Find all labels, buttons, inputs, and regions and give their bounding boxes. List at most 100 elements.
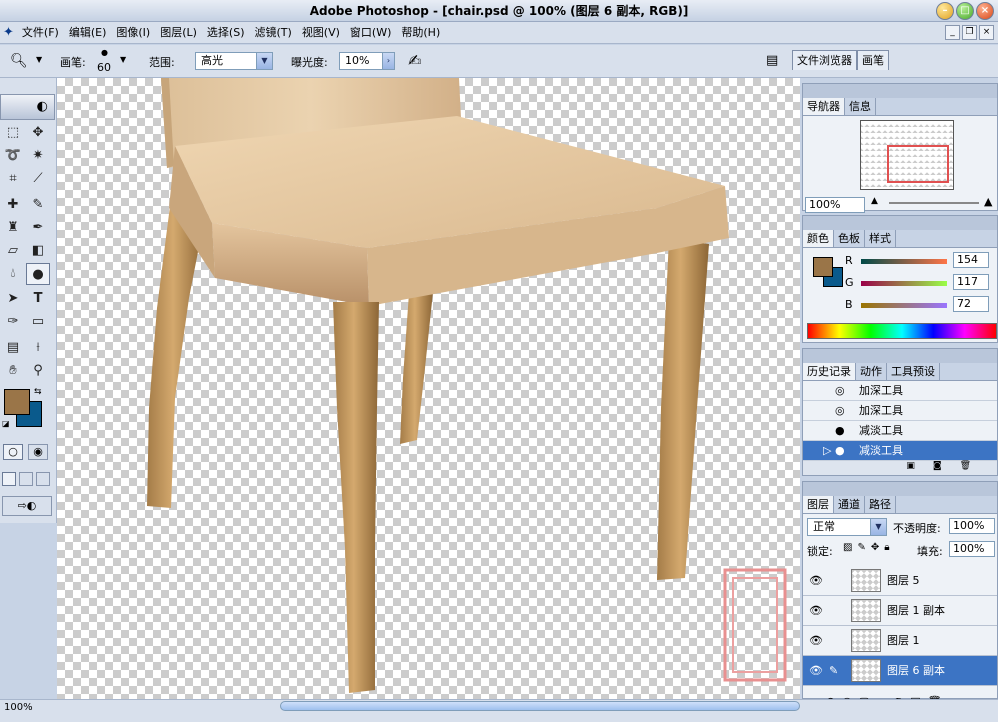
- tab-styles[interactable]: 样式: [865, 230, 896, 247]
- b-slider[interactable]: [861, 303, 947, 308]
- lasso-tool-icon[interactable]: ➰: [1, 145, 25, 167]
- g-value[interactable]: 117: [953, 274, 989, 290]
- eye-icon[interactable]: 👁︎: [809, 656, 823, 686]
- history-item[interactable]: ◎ 加深工具: [803, 401, 997, 421]
- palette-well-icon[interactable]: ▤: [766, 53, 778, 68]
- zoom-in-icon[interactable]: ▲: [984, 195, 992, 208]
- crop-tool-icon[interactable]: ⌗: [1, 168, 25, 190]
- move-tool-icon[interactable]: ✥: [26, 122, 50, 144]
- notes-tool-icon[interactable]: ▤: [1, 337, 25, 359]
- doc-restore-button[interactable]: ❐: [962, 25, 977, 40]
- layer-row[interactable]: 👁︎ 图层 1 副本: [803, 596, 997, 626]
- brush-size[interactable]: 60: [97, 61, 111, 74]
- tab-layers[interactable]: 图层: [803, 496, 834, 513]
- pen-tool-icon[interactable]: ✑: [1, 311, 25, 333]
- tab-history[interactable]: 历史记录: [803, 363, 856, 380]
- menu-layer[interactable]: 图层(L): [155, 22, 202, 44]
- tab-swatches[interactable]: 色板: [834, 230, 865, 247]
- menu-image[interactable]: 图像(I): [111, 22, 155, 44]
- fill-field[interactable]: 100%: [949, 541, 995, 557]
- path-select-icon[interactable]: ➤: [1, 288, 25, 310]
- doc-close-button[interactable]: ×: [979, 25, 994, 40]
- history-brush-icon[interactable]: ✒: [26, 217, 50, 239]
- magic-wand-icon[interactable]: ✷: [26, 145, 50, 167]
- eyedropper-icon[interactable]: ⟊: [26, 337, 50, 359]
- airbrush-icon[interactable]: ✍: [408, 51, 421, 70]
- lock-icons[interactable]: ▨✎✥🔒︎: [843, 542, 895, 553]
- slice-tool-icon[interactable]: ⟋: [26, 168, 50, 190]
- clone-stamp-icon[interactable]: ♜: [1, 217, 25, 239]
- layer-row[interactable]: 👁︎ 图层 5: [803, 566, 997, 596]
- tab-info[interactable]: 信息: [845, 98, 876, 115]
- panel-grip[interactable]: [803, 84, 997, 98]
- eye-icon[interactable]: 👁︎: [809, 626, 823, 656]
- navigator-thumbnail[interactable]: [860, 120, 954, 190]
- menu-view[interactable]: 视图(V): [297, 22, 345, 44]
- menu-file[interactable]: 文件(F): [17, 22, 64, 44]
- menu-edit[interactable]: 编辑(E): [64, 22, 112, 44]
- maximize-button[interactable]: □: [956, 2, 974, 20]
- zoom-out-icon[interactable]: ▲: [871, 196, 878, 206]
- navigator-view-box[interactable]: [887, 145, 949, 183]
- tab-channels[interactable]: 通道: [834, 496, 865, 513]
- color-fg-swatch[interactable]: [813, 257, 833, 277]
- r-value[interactable]: 154: [953, 252, 989, 268]
- hand-tool-icon[interactable]: ✋︎: [1, 360, 25, 382]
- brush-tool-icon[interactable]: ✎: [26, 194, 50, 216]
- color-ramp[interactable]: [807, 323, 997, 339]
- app-icon[interactable]: ✦: [0, 22, 17, 44]
- canvas-scrollbar[interactable]: [280, 701, 800, 711]
- eye-icon[interactable]: 👁︎: [809, 566, 823, 596]
- tab-brushes[interactable]: 画笔: [857, 50, 889, 70]
- dodge-tool-icon[interactable]: 🔍︎: [10, 53, 28, 69]
- minimize-button[interactable]: –: [936, 2, 954, 20]
- zoom-tool-icon[interactable]: ⚲: [26, 360, 50, 382]
- history-item[interactable]: ● 减淡工具: [803, 421, 997, 441]
- panel-grip[interactable]: [803, 216, 997, 230]
- history-item-selected[interactable]: ▷ ● 减淡工具: [803, 441, 997, 461]
- menu-help[interactable]: 帮助(H): [396, 22, 445, 44]
- gradient-tool-icon[interactable]: ◧: [26, 240, 50, 262]
- tab-tool-presets[interactable]: 工具预设: [887, 363, 940, 380]
- imageready-jump-icon[interactable]: ⇨◐: [2, 496, 52, 516]
- shape-tool-icon[interactable]: ▭: [26, 311, 50, 333]
- r-slider[interactable]: [861, 259, 947, 264]
- marquee-tool-icon[interactable]: ⬚: [1, 122, 25, 144]
- tab-file-browser[interactable]: 文件浏览器: [792, 50, 857, 70]
- tab-actions[interactable]: 动作: [856, 363, 887, 380]
- navigator-zoom-field[interactable]: 100%: [805, 197, 865, 213]
- swap-colors-icon[interactable]: ⇆: [34, 387, 42, 397]
- opacity-field[interactable]: 100%: [949, 518, 995, 534]
- range-select[interactable]: 高光 ▼: [195, 52, 273, 70]
- default-colors-icon[interactable]: ◪: [2, 419, 10, 428]
- history-item[interactable]: ◎ 加深工具: [803, 381, 997, 401]
- blend-mode-select[interactable]: 正常 ▼: [807, 518, 887, 536]
- blur-tool-icon[interactable]: 💧︎: [1, 263, 25, 285]
- menu-select[interactable]: 选择(S): [202, 22, 250, 44]
- standard-mode-icon[interactable]: ○: [3, 444, 23, 460]
- tool-preset-arrow[interactable]: ▼: [36, 55, 42, 64]
- menu-filter[interactable]: 滤镜(T): [250, 22, 297, 44]
- layer-row-selected[interactable]: 👁︎ ✎ 图层 6 副本: [803, 656, 997, 686]
- tab-color[interactable]: 颜色: [803, 230, 834, 247]
- menu-window[interactable]: 窗口(W): [345, 22, 396, 44]
- dodge-tool-active-icon[interactable]: ●: [26, 263, 50, 285]
- tab-navigator[interactable]: 导航器: [803, 98, 845, 115]
- exposure-arrow-icon[interactable]: ›: [382, 53, 394, 69]
- eraser-tool-icon[interactable]: ▱: [1, 240, 25, 262]
- healing-brush-icon[interactable]: ✚: [1, 194, 25, 216]
- foreground-color-swatch[interactable]: [4, 389, 30, 415]
- brush-picker-arrow[interactable]: ▼: [120, 55, 126, 64]
- panel-grip[interactable]: [803, 482, 997, 496]
- close-button[interactable]: ×: [976, 2, 994, 20]
- eye-icon[interactable]: 👁︎: [809, 596, 823, 626]
- document-canvas[interactable]: [57, 78, 800, 699]
- screen-mode-2-icon[interactable]: [19, 472, 33, 486]
- screen-mode-1-icon[interactable]: [2, 472, 16, 486]
- b-value[interactable]: 72: [953, 296, 989, 312]
- zoom-slider[interactable]: [889, 202, 979, 204]
- layer-row[interactable]: 👁︎ 图层 1: [803, 626, 997, 656]
- panel-grip[interactable]: [803, 349, 997, 363]
- quickmask-mode-icon[interactable]: ◉: [28, 444, 48, 460]
- screen-mode-3-icon[interactable]: [36, 472, 50, 486]
